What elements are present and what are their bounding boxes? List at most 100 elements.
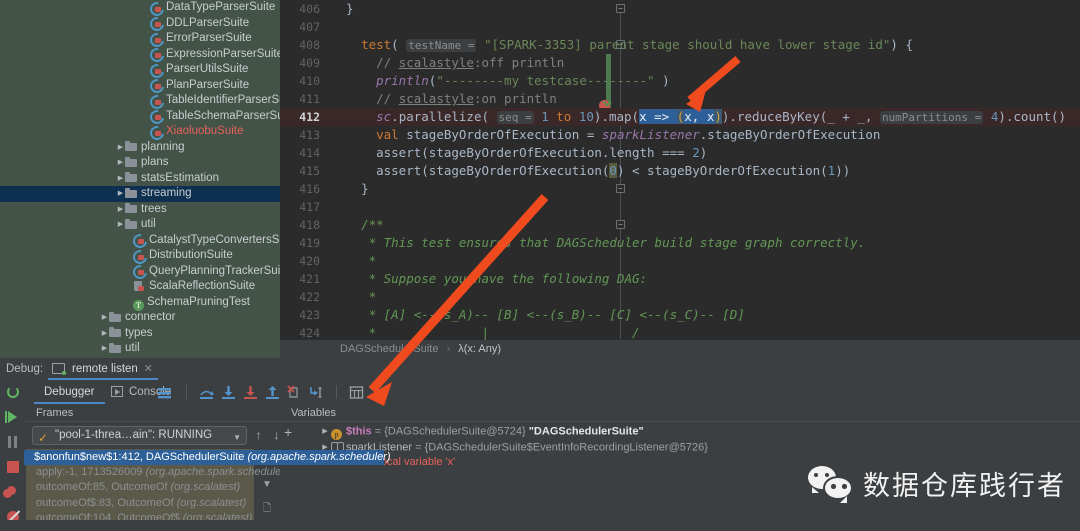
line-code[interactable]: // scalastyle:on println: [346, 90, 557, 108]
step-into-icon[interactable]: [220, 384, 237, 401]
expand-arrow-icon[interactable]: ▶: [100, 326, 109, 342]
code-line-408[interactable]: 408 test( testName = "[SPARK-3353] paren…: [280, 36, 1080, 54]
force-step-into-icon[interactable]: [242, 384, 259, 401]
code-line-412[interactable]: 412 sc.parallelize( seq = 1 to 10).map(x…: [280, 108, 1080, 126]
tree-item-expressionparsersuite[interactable]: ExpressionParserSuite: [0, 47, 280, 63]
expand-arrow-icon[interactable]: ▶: [116, 171, 125, 187]
tree-item-util[interactable]: ▶ util: [0, 217, 280, 233]
thread-selector[interactable]: ✓ "pool-1-threa…ain": RUNNING ▼: [32, 426, 247, 445]
step-over-icon[interactable]: [198, 384, 215, 401]
line-code[interactable]: sc.parallelize( seq = 1 to 10).map(x => …: [346, 108, 1066, 127]
drop-frame-icon[interactable]: [286, 384, 303, 401]
code-line-414[interactable]: 414 assert(stageByOrderOfExecution.lengt…: [280, 144, 1080, 162]
project-tree[interactable]: DataTypeParserSuite DDLParserSuite ErrorPa…: [0, 0, 280, 358]
line-code[interactable]: *: [346, 252, 377, 270]
tree-item-planning[interactable]: ▶ planning: [0, 140, 280, 156]
tree-item-parserutilssuite[interactable]: ParserUtilsSuite: [0, 62, 280, 78]
rerun-icon[interactable]: [0, 380, 26, 405]
code-line-416[interactable]: 416 }: [280, 180, 1080, 198]
stop-icon[interactable]: [0, 455, 26, 480]
debug-action-rail[interactable]: [0, 380, 26, 531]
line-code[interactable]: * This test ensures that DAGScheduler bu…: [346, 234, 866, 252]
tree-item-planparsersuite[interactable]: PlanParserSuite: [0, 78, 280, 94]
expand-arrow-icon[interactable]: ▶: [100, 310, 109, 326]
code-line-418[interactable]: 418 /**: [280, 216, 1080, 234]
code-line-411[interactable]: 411 // scalastyle:on println: [280, 90, 1080, 108]
expand-arrow-icon[interactable]: ▶: [319, 424, 331, 440]
resume-icon[interactable]: [0, 405, 26, 430]
line-code[interactable]: // scalastyle:off println: [346, 54, 564, 72]
tree-item-trees[interactable]: ▶ trees: [0, 202, 280, 218]
expand-arrow-icon[interactable]: ▶: [116, 186, 125, 202]
code-line-406[interactable]: 406}: [280, 0, 1080, 18]
breadcrumb-parent[interactable]: DAGSchedulerSuite: [340, 343, 438, 355]
line-code[interactable]: }: [346, 0, 354, 18]
code-line-415[interactable]: 415 assert(stageByOrderOfExecution(0) < …: [280, 162, 1080, 180]
view-breakpoints-icon[interactable]: [0, 480, 26, 505]
tree-item-tableschemaparsersuite[interactable]: TableSchemaParserSuite: [0, 109, 280, 125]
debug-session-tab[interactable]: remote listen ✕: [48, 358, 158, 380]
frames-list-item[interactable]: outcomeOf$:83, OutcomeOf (org.scalatest): [26, 496, 280, 512]
tree-item-util[interactable]: ▶ util: [0, 341, 280, 357]
code-line-419[interactable]: 419 * This test ensures that DAGSchedule…: [280, 234, 1080, 252]
expand-arrow-icon[interactable]: ▶: [116, 217, 125, 233]
code-line-407[interactable]: 407: [280, 18, 1080, 36]
tree-item-statsestimation[interactable]: ▶ statsEstimation: [0, 171, 280, 187]
code-line-413[interactable]: 413 val stageByOrderOfExecution = sparkL…: [280, 126, 1080, 144]
add-watch-button[interactable]: +: [284, 424, 292, 440]
tree-item-types[interactable]: ▶ types: [0, 326, 280, 342]
tree-item-distributionsuite[interactable]: DistributionSuite: [0, 248, 280, 264]
line-code[interactable]: *: [346, 288, 377, 306]
expand-arrow-icon[interactable]: ▶: [100, 341, 109, 357]
tree-item-xiaoluobusuite[interactable]: XiaoluobuSuite: [0, 124, 280, 140]
frames-list-item[interactable]: outcomeOf:85, OutcomeOf (org.scalatest): [26, 480, 280, 496]
frames-list-item[interactable]: apply:-1, 1713526009 (org.apache.spark.s…: [26, 465, 280, 481]
pause-icon[interactable]: [0, 430, 26, 455]
tree-item-ddlparsersuite[interactable]: DDLParserSuite: [0, 16, 280, 32]
line-code[interactable]: /**: [346, 216, 384, 234]
expand-arrow-icon[interactable]: ▶: [116, 202, 125, 218]
variable-row[interactable]: ▶ sparkListener = {DAGSchedulerSuite$Even…: [281, 440, 1080, 456]
variable-row[interactable]: ▶ p $this = {DAGSchedulerSuite@5724} "DAGS…: [281, 424, 1080, 440]
line-code[interactable]: val stageByOrderOfExecution = sparkListe…: [346, 126, 880, 144]
line-code[interactable]: }: [346, 180, 369, 198]
code-line-417[interactable]: 417: [280, 198, 1080, 216]
code-line-423[interactable]: 423 * [A] <--(s_A)-- [B] <--(s_B)-- [C] …: [280, 306, 1080, 324]
line-code[interactable]: assert(stageByOrderOfExecution(0) < stag…: [346, 162, 850, 180]
tree-item-tableidentifierparsersuite[interactable]: TableIdentifierParserSuite: [0, 93, 280, 109]
line-code[interactable]: println("--------my testcase--------" ): [346, 72, 670, 90]
step-out-icon[interactable]: [264, 384, 281, 401]
tree-item-catalysttypeconverterssuite[interactable]: CatalystTypeConvertersSuite: [0, 233, 280, 249]
line-code[interactable]: assert(stageByOrderOfExecution.length ==…: [346, 144, 707, 162]
tree-item-queryplanningtrackersuite[interactable]: QueryPlanningTrackerSuite: [0, 264, 280, 280]
frames-toggle-icon[interactable]: [156, 384, 173, 401]
expand-arrow-icon[interactable]: ▶: [116, 155, 125, 171]
line-code[interactable]: * [A] <--(s_A)-- [B] <--(s_B)-- [C] <--(…: [346, 306, 745, 324]
tree-item-errorparsersuite[interactable]: ErrorParserSuite: [0, 31, 280, 47]
run-to-cursor-icon[interactable]: [308, 384, 325, 401]
tree-item-schemapruningtest[interactable]: T SchemaPruningTest: [0, 295, 280, 312]
code-line-421[interactable]: 421 * Suppose you have the following DAG…: [280, 270, 1080, 288]
breadcrumb-current[interactable]: λ(x: Any): [458, 343, 501, 355]
expand-arrow-icon[interactable]: ▶: [116, 140, 125, 156]
code-line-420[interactable]: 420 *: [280, 252, 1080, 270]
tree-item-datatypeparsersuite[interactable]: DataTypeParserSuite: [0, 0, 280, 16]
breadcrumb[interactable]: DAGSchedulerSuite › λ(x: Any): [280, 340, 1080, 358]
tree-item-streaming[interactable]: ▶ streaming: [0, 186, 280, 202]
evaluate-expression-icon[interactable]: [348, 384, 365, 401]
code-line-422[interactable]: 422 *: [280, 288, 1080, 306]
chevron-down-icon[interactable]: ▼: [233, 429, 241, 446]
tree-item-scalareflectionsuite[interactable]: ScalaReflectionSuite: [0, 279, 280, 295]
debugger-toolbar[interactable]: Debugger Console: [26, 380, 1080, 404]
close-icon[interactable]: ✕: [144, 358, 153, 380]
code-line-409[interactable]: 409 // scalastyle:off println: [280, 54, 1080, 72]
move-up-icon[interactable]: ↑: [251, 428, 266, 443]
code-lines[interactable]: 406} 407 408 test( testName = "[SPARK-3353…: [280, 0, 1080, 358]
code-editor[interactable]: − − − − 406} 407 408 test( testName = "[SP…: [280, 0, 1080, 358]
frames-list-item-selected[interactable]: $anonfun$new$1:412, DAGSchedulerSuite (o…: [24, 450, 391, 465]
code-line-410[interactable]: 410 println("--------my testcase--------…: [280, 72, 1080, 90]
line-code[interactable]: test( testName = "[SPARK-3353] parent st…: [346, 36, 913, 55]
tree-item-plans[interactable]: ▶ plans: [0, 155, 280, 171]
tree-item-connector[interactable]: ▶ connector: [0, 310, 280, 326]
tab-debugger[interactable]: Debugger: [34, 380, 105, 404]
